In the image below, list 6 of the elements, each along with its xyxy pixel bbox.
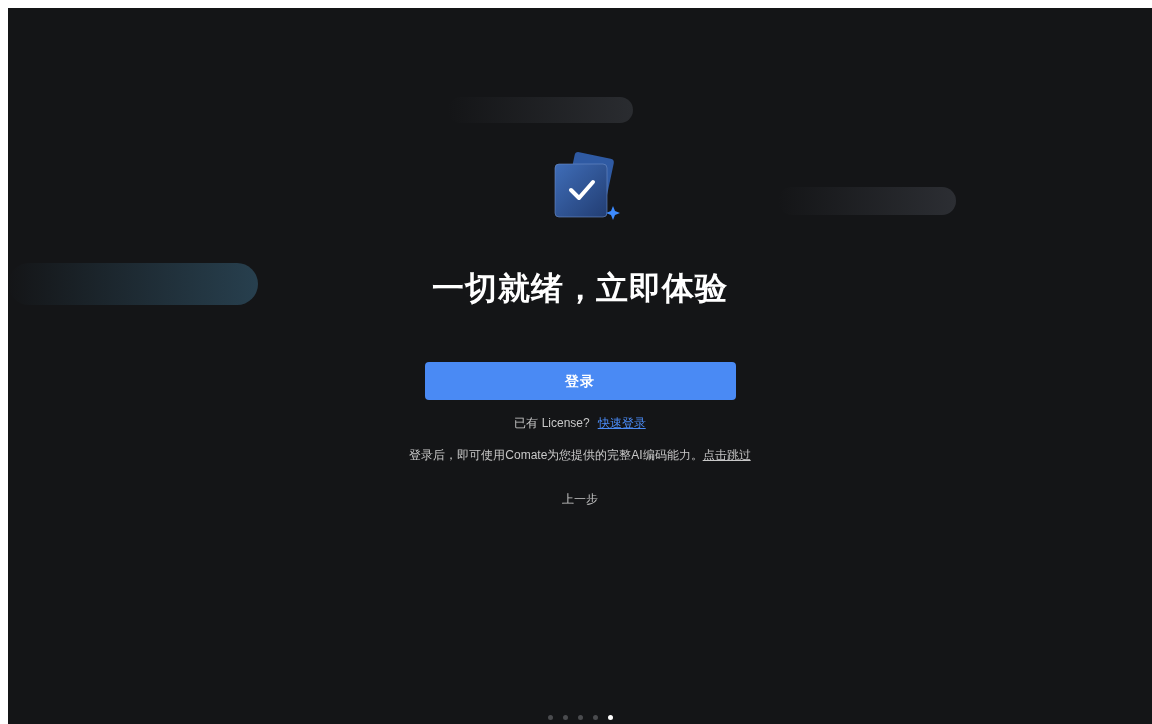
screen-title: 一切就绪，立即体验	[432, 269, 728, 308]
skip-note: 登录后，即可使用Comate为您提供的完整AI编码能力。	[409, 447, 703, 464]
back-link[interactable]: 上一步	[562, 490, 598, 508]
skip-link[interactable]: 点击跳过	[702, 446, 751, 464]
license-prompt: 已有 License?	[514, 415, 590, 432]
quick-login-link[interactable]: 快速登录	[597, 414, 646, 432]
